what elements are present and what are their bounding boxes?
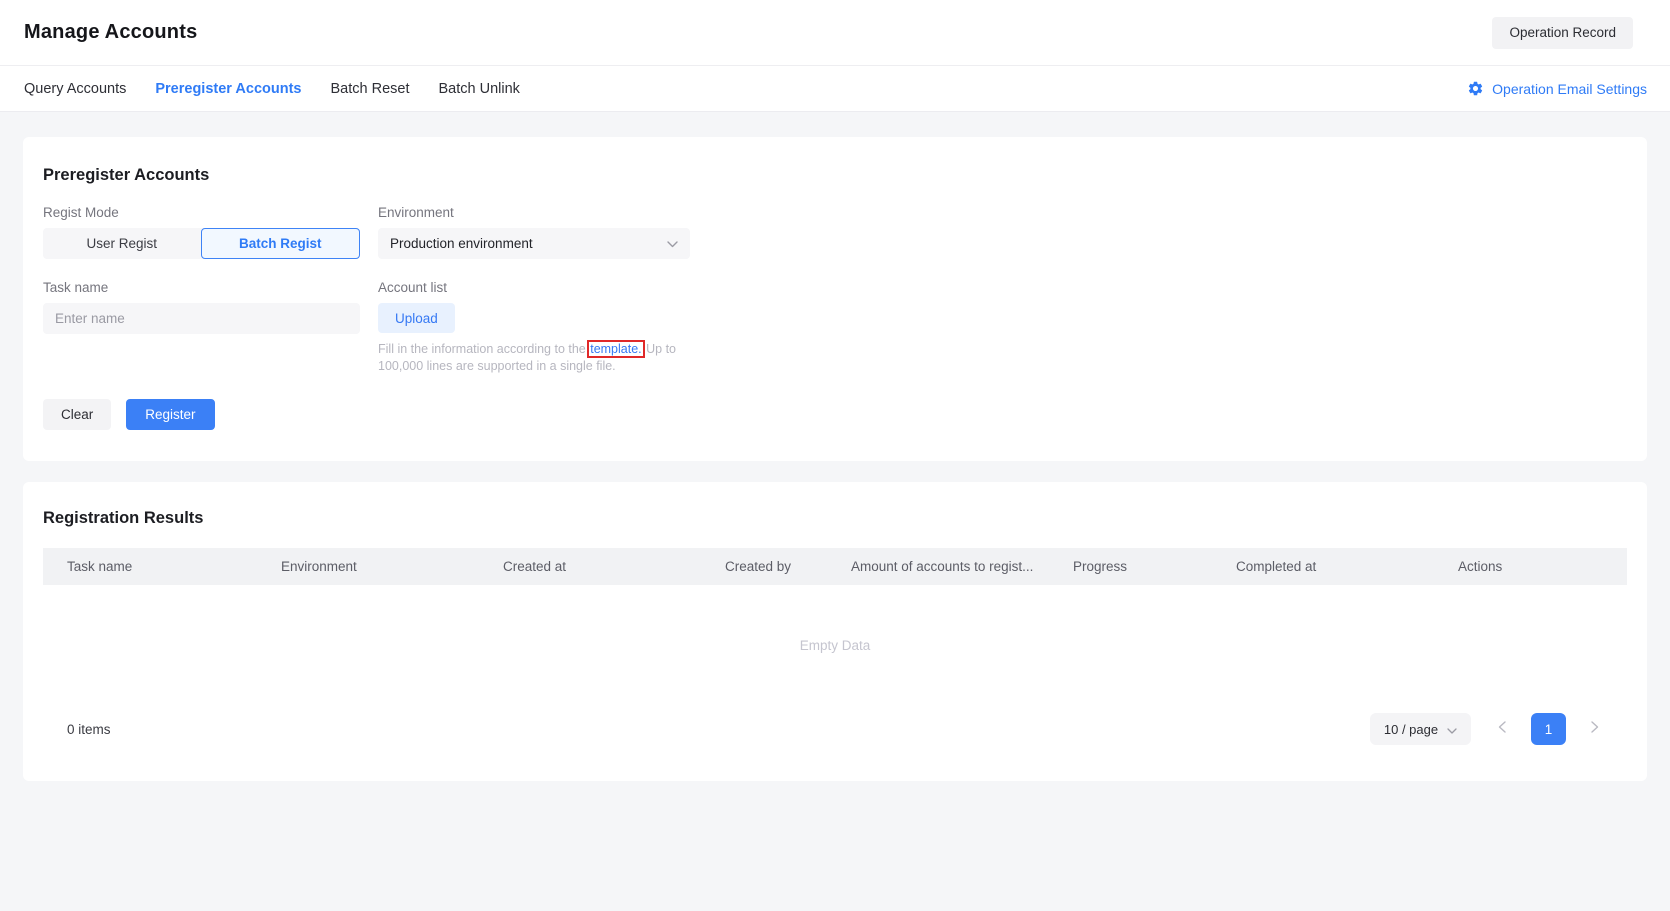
tab-batch-reset[interactable]: Batch Reset	[331, 66, 410, 112]
next-page-button[interactable]	[1591, 720, 1599, 738]
page-content: Preregister Accounts Regist Mode User Re…	[0, 112, 1670, 781]
environment-label: Environment	[378, 205, 698, 220]
task-name-label: Task name	[43, 280, 360, 295]
upload-button[interactable]: Upload	[378, 303, 455, 333]
chevron-down-icon	[1447, 722, 1457, 737]
account-list-label: Account list	[378, 280, 698, 295]
batch-regist-option[interactable]: Batch Regist	[201, 228, 361, 259]
page-title: Manage Accounts	[24, 21, 197, 44]
environment-select[interactable]: Production environment	[378, 228, 690, 259]
annotation-box: template.	[589, 342, 642, 356]
clear-button[interactable]: Clear	[43, 399, 111, 430]
upload-hint-text: Fill in the information according to the…	[378, 341, 678, 374]
col-progress: Progress	[1057, 559, 1220, 574]
environment-select-value: Production environment	[390, 236, 533, 251]
pagination-row: 0 items 10 / page 1	[43, 713, 1627, 745]
page-size-select[interactable]: 10 / page	[1370, 713, 1471, 745]
task-name-input[interactable]	[43, 303, 360, 334]
chevron-down-icon	[667, 236, 678, 251]
tab-preregister-accounts[interactable]: Preregister Accounts	[155, 66, 301, 112]
chevron-left-icon	[1498, 720, 1506, 738]
results-card-title: Registration Results	[43, 509, 1627, 528]
user-regist-option[interactable]: User Regist	[43, 228, 201, 259]
tab-batch-unlink[interactable]: Batch Unlink	[439, 66, 520, 112]
hint-prefix: Fill in the information according to the	[378, 342, 589, 356]
empty-state-text: Empty Data	[800, 638, 871, 653]
operation-record-button[interactable]: Operation Record	[1492, 17, 1633, 49]
tab-query-accounts[interactable]: Query Accounts	[24, 66, 126, 112]
col-environment: Environment	[265, 559, 487, 574]
page-size-value: 10 / page	[1384, 722, 1438, 737]
preregister-card-title: Preregister Accounts	[43, 166, 1627, 185]
gear-icon	[1467, 80, 1484, 97]
col-task-name: Task name	[43, 559, 265, 574]
registration-results-card: Registration Results Task name Environme…	[23, 482, 1647, 781]
col-actions: Actions	[1442, 559, 1627, 574]
results-table-header: Task name Environment Created at Created…	[43, 548, 1627, 585]
tab-list: Query Accounts Preregister Accounts Batc…	[24, 66, 520, 112]
total-items-text: 0 items	[67, 722, 111, 737]
tab-bar: Query Accounts Preregister Accounts Batc…	[0, 66, 1670, 112]
pagination-controls: 10 / page 1	[1370, 713, 1627, 745]
preregister-accounts-card: Preregister Accounts Regist Mode User Re…	[23, 137, 1647, 461]
operation-email-settings-link[interactable]: Operation Email Settings	[1467, 80, 1647, 97]
page-1-button[interactable]: 1	[1531, 713, 1566, 745]
chevron-right-icon	[1591, 720, 1599, 738]
register-button[interactable]: Register	[126, 399, 214, 430]
app-header: Manage Accounts Operation Record	[0, 0, 1670, 66]
col-amount: Amount of accounts to regist...	[835, 559, 1057, 574]
email-settings-label: Operation Email Settings	[1492, 81, 1647, 97]
empty-state: Empty Data	[43, 585, 1627, 705]
form-actions: Clear Register	[43, 399, 1627, 430]
col-created-by: Created by	[709, 559, 835, 574]
col-completed-at: Completed at	[1220, 559, 1442, 574]
preregister-form: Regist Mode User Regist Batch Regist Env…	[43, 205, 1627, 374]
previous-page-button[interactable]	[1498, 720, 1506, 738]
template-link[interactable]: template.	[590, 342, 641, 356]
regist-mode-segmented-control: User Regist Batch Regist	[43, 228, 360, 259]
col-created-at: Created at	[487, 559, 709, 574]
regist-mode-label: Regist Mode	[43, 205, 360, 220]
